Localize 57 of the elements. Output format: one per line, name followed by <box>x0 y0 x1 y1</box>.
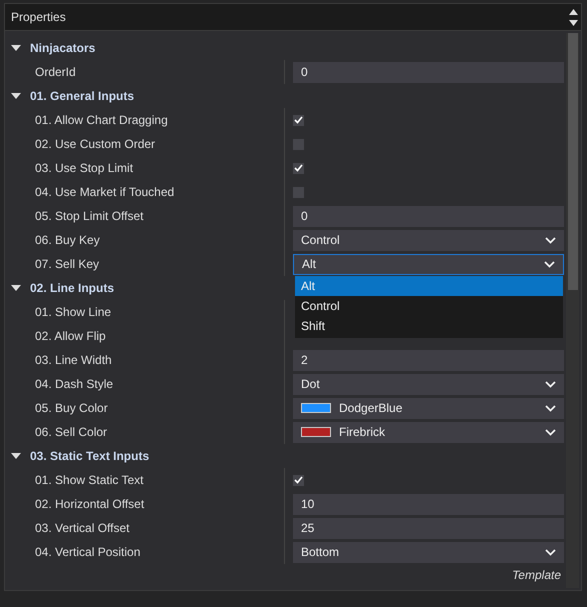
dropdown[interactable]: Alt <box>293 254 564 274</box>
category-title: Ninjacators <box>30 41 96 55</box>
collapse-icon[interactable] <box>11 453 21 459</box>
checkbox[interactable] <box>293 162 304 174</box>
scrollbar[interactable] <box>566 33 579 588</box>
property-label: 03. Use Stop Limit <box>34 161 134 175</box>
property-label: 05. Stop Limit Offset <box>34 209 144 223</box>
collapse-icon[interactable] <box>11 93 21 99</box>
caret-icon <box>545 236 556 244</box>
caret-icon <box>545 380 556 388</box>
caret-icon <box>544 260 555 268</box>
scroll-down-icon[interactable] <box>569 20 578 26</box>
property-label: 03. Vertical Offset <box>34 521 130 535</box>
category-title: 02. Line Inputs <box>30 281 114 295</box>
property-label: 01. Show Static Text <box>34 473 145 487</box>
property-label: 01. Allow Chart Dragging <box>34 113 169 127</box>
caret-icon <box>545 428 556 436</box>
input-field[interactable]: 10 <box>293 494 564 514</box>
checkbox[interactable] <box>293 186 304 198</box>
property-label: 04. Use Market if Touched <box>34 185 176 199</box>
property-label: 02. Use Custom Order <box>34 137 156 151</box>
collapse-icon[interactable] <box>11 285 21 291</box>
caret-icon <box>545 404 556 412</box>
input-field[interactable]: 0 <box>293 206 564 226</box>
scroll-up-icon[interactable] <box>569 8 578 14</box>
dropdown[interactable]: Control <box>293 230 564 250</box>
checkbox[interactable] <box>293 138 304 150</box>
category-title: 01. General Inputs <box>30 89 134 103</box>
property-label: 07. Sell Key <box>34 257 100 271</box>
property-label: 02. Allow Flip <box>34 329 107 343</box>
color-dropdown[interactable]: Firebrick <box>293 422 564 442</box>
template-link[interactable]: Template <box>512 568 561 582</box>
property-label: 01. Show Line <box>34 305 112 319</box>
category-title: 03. Static Text Inputs <box>30 449 150 463</box>
panel-title: Properties <box>11 10 66 24</box>
property-label: 03. Line Width <box>34 353 113 367</box>
dropdown-option[interactable]: Alt <box>295 276 563 296</box>
color-dropdown[interactable]: DodgerBlue <box>293 398 564 418</box>
input-field[interactable]: 25 <box>293 518 564 538</box>
property-label: 02. Horizontal Offset <box>34 497 146 511</box>
checkbox[interactable] <box>293 474 304 486</box>
property-label: 06. Buy Key <box>34 233 101 247</box>
input-field[interactable]: 0 <box>293 62 564 82</box>
dropdown[interactable]: Dot <box>293 374 564 394</box>
property-label: 04. Dash Style <box>34 377 114 391</box>
property-label: 04. Vertical Position <box>34 545 142 559</box>
caret-icon <box>545 548 556 556</box>
input-field[interactable]: 2 <box>293 350 564 370</box>
dropdown-option[interactable]: Shift <box>295 316 563 336</box>
property-label: 05. Buy Color <box>34 401 109 415</box>
collapse-icon[interactable] <box>11 45 21 51</box>
property-label: OrderId <box>34 65 77 79</box>
dropdown[interactable]: Bottom <box>293 542 564 562</box>
scroll-thumb[interactable] <box>568 33 578 290</box>
checkbox[interactable] <box>293 114 304 126</box>
property-label: 06. Sell Color <box>34 425 108 439</box>
dropdown-option[interactable]: Control <box>295 296 563 316</box>
